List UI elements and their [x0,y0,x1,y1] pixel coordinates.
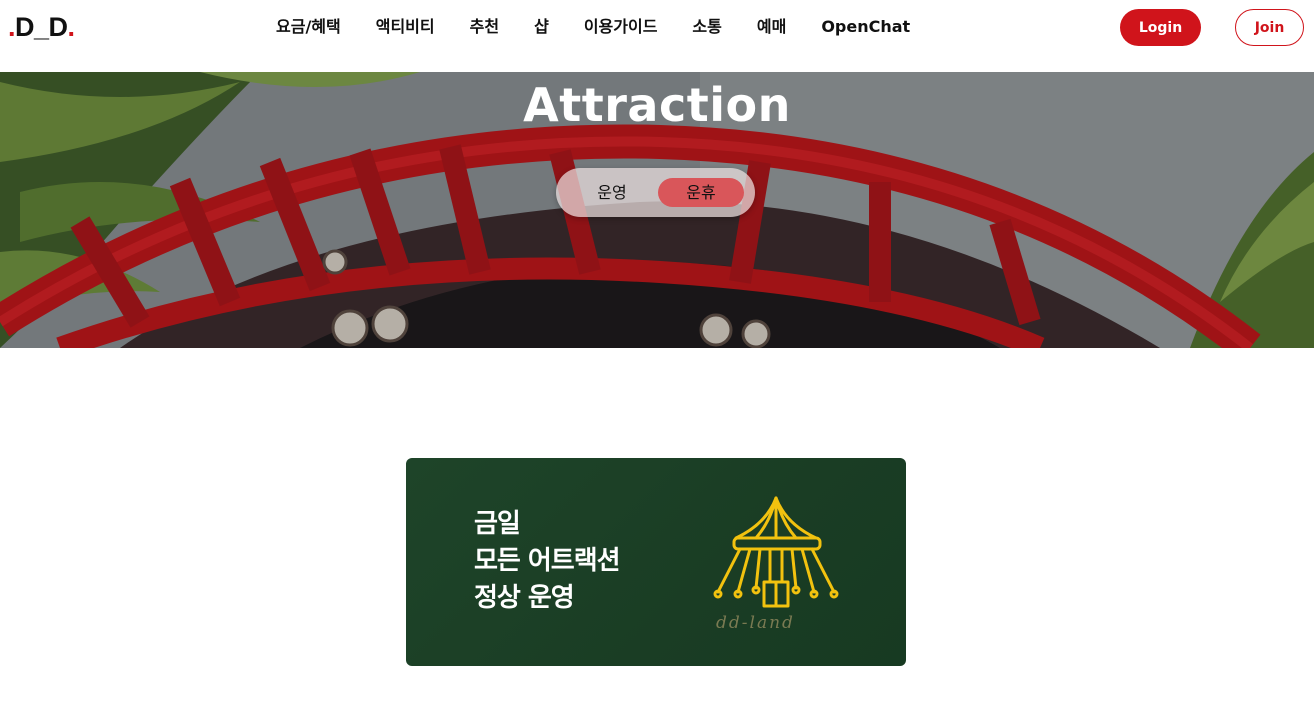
toggle-option-operating[interactable]: 운영 [578,178,646,207]
logo-dot-left: . [8,12,16,42]
status-banner: 금일 모든 어트랙션 정상 운영 dd-land [406,458,906,666]
site-header: .D_D. 요금/혜택 액티비티 추천 샵 이용가이드 소통 예매 OpenCh… [0,0,1314,72]
nav-item-recommend[interactable]: 추천 [470,16,499,38]
login-button[interactable]: Login [1120,9,1201,46]
banner-line-3: 정상 운영 [474,583,575,613]
page-title: Attraction [523,78,791,132]
main-nav: 요금/혜택 액티비티 추천 샵 이용가이드 소통 예매 OpenChat [276,16,945,38]
hero-banner: Attraction 운영 운휴 [0,72,1314,348]
site-logo[interactable]: .D_D. [8,12,75,43]
join-button[interactable]: Join [1235,9,1304,46]
status-toggle: 운영 운휴 [556,168,755,217]
nav-item-guide[interactable]: 이용가이드 [584,16,658,38]
nav-item-booking[interactable]: 예매 [757,16,786,38]
nav-item-activity[interactable]: 액티비티 [376,16,435,38]
logo-text: D_D [15,12,68,42]
nav-item-pricing[interactable]: 요금/혜택 [276,16,341,38]
banner-line-1: 금일 [474,509,521,539]
banner-message: 금일 모든 어트랙션 정상 운영 [474,506,621,617]
banner-brand-signature: dd-land [716,613,795,633]
nav-item-shop[interactable]: 샵 [534,16,549,38]
banner-line-2: 모든 어트랙션 [474,546,621,576]
nav-item-openchat[interactable]: OpenChat [821,16,910,38]
carousel-icon [713,496,839,608]
nav-item-community[interactable]: 소통 [692,16,721,38]
toggle-option-closed[interactable]: 운휴 [658,178,744,207]
logo-dot-right: . [67,12,76,42]
